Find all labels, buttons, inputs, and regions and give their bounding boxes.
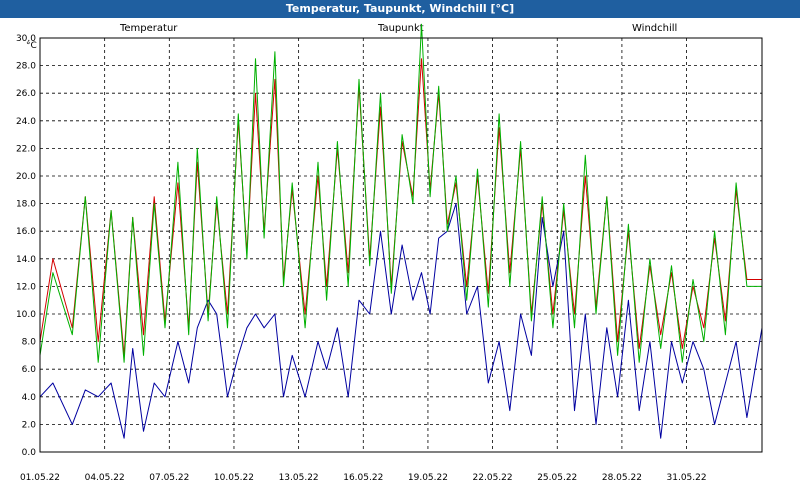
y-tick-label: 16.0	[16, 227, 36, 237]
y-tick-label: 4.0	[22, 393, 37, 403]
x-tick-label: 13.05.22	[279, 473, 319, 483]
y-axis-label: °C	[26, 41, 37, 51]
y-tick-label: 8.0	[22, 338, 37, 348]
x-tick-label: 22.05.22	[473, 473, 513, 483]
y-tick-label: 26.0	[16, 89, 36, 99]
x-tick-label: 25.05.22	[537, 473, 577, 483]
x-tick-label: 01.05.22	[20, 473, 60, 483]
x-tick-label: 04.05.22	[85, 473, 125, 483]
series-line-windchill	[39, 23, 762, 363]
y-tick-label: 6.0	[22, 365, 37, 375]
x-axis-ticks: 01.05.22 04.05.22 07.05.22 10.05.22 13.05.22…	[20, 473, 707, 483]
grid-lines	[40, 37, 762, 453]
x-tick-label: 28.05.22	[602, 473, 642, 483]
y-tick-label: 20.0	[16, 172, 36, 182]
x-tick-label: 07.05.22	[149, 473, 189, 483]
y-tick-label: 18.0	[16, 200, 36, 210]
y-tick-label: 2.0	[22, 420, 37, 430]
plot-area-frame	[39, 37, 763, 453]
x-tick-label: 10.05.22	[214, 473, 254, 483]
y-tick-label: 12.0	[16, 282, 36, 292]
x-tick-label: 16.05.22	[343, 473, 383, 483]
y-tick-label: 10.0	[16, 310, 36, 320]
y-tick-label: 0.0	[22, 448, 37, 458]
series-line-temperatur	[39, 58, 762, 356]
y-tick-label: 24.0	[16, 117, 36, 127]
line-chart: 0.0 2.0 4.0 6.0 8.0 10.0 12.0 14.0 16.0 18.0 20.0 2…	[16, 23, 763, 483]
x-tick-label: 19.05.22	[408, 473, 448, 483]
y-tick-label: 28.0	[16, 62, 36, 72]
y-tick-label: 14.0	[16, 255, 36, 265]
x-tick-label: 31.05.22	[667, 473, 707, 483]
y-axis-ticks: 0.0 2.0 4.0 6.0 8.0 10.0 12.0 14.0 16.0 18.0 20.0 2…	[16, 34, 36, 458]
y-tick-label: 22.0	[16, 144, 36, 154]
series-line-taupunkt	[39, 203, 763, 439]
